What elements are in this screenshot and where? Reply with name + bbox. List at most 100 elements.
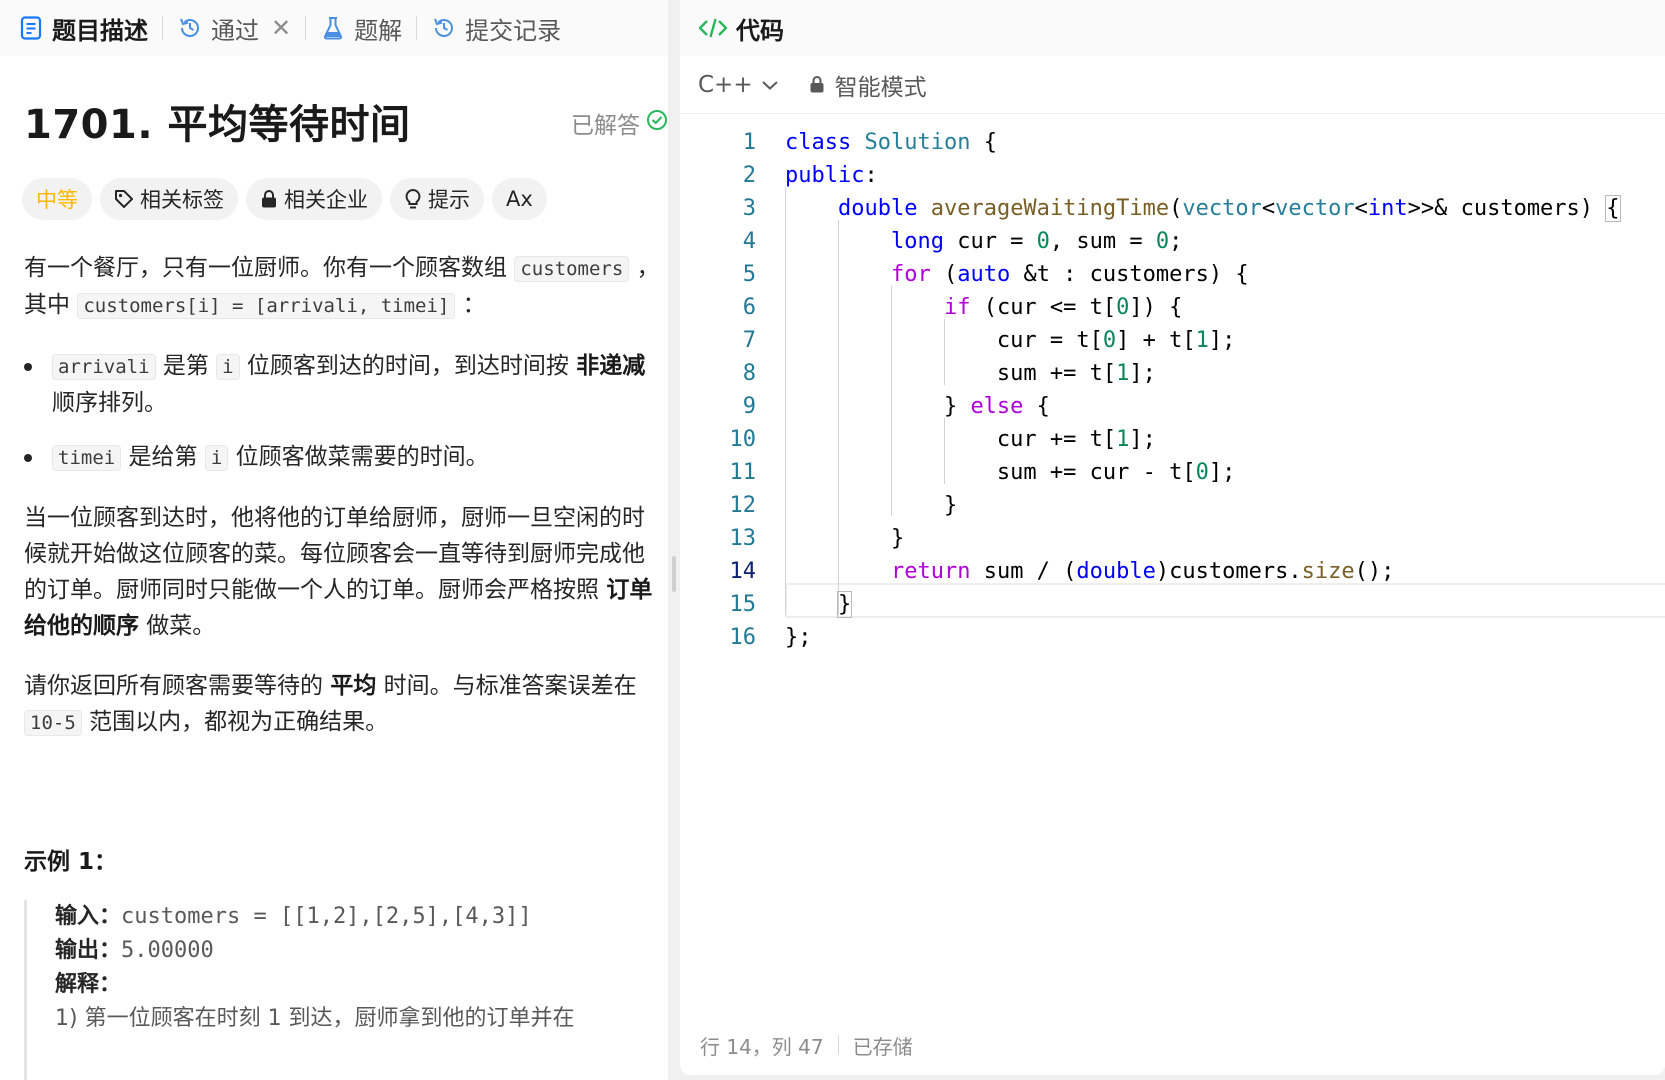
tab-divider xyxy=(162,16,163,40)
editor-status-bar: 行 14，列 47 已存储 xyxy=(680,1015,1665,1075)
inline-code: i xyxy=(204,445,229,471)
desc-text: 有一个餐厅，只有一位厨师。你有一个顾客数组 xyxy=(24,255,515,281)
code-text: } xyxy=(785,526,905,551)
line-number: 11 xyxy=(729,460,757,485)
code-line[interactable]: 16}; xyxy=(680,620,1665,655)
inline-code: customers xyxy=(514,256,630,282)
code-line[interactable]: 4 long cur = 0, sum = 0; xyxy=(680,224,1665,259)
document-icon xyxy=(18,15,44,41)
code-icon xyxy=(698,16,728,40)
example-input-value: customers = [[1,2],[2,5],[4,3]] xyxy=(121,904,532,929)
inline-code: timei xyxy=(52,445,122,471)
history-icon xyxy=(177,15,203,41)
line-number: 13 xyxy=(729,526,757,551)
line-number: 16 xyxy=(729,625,757,650)
code-line[interactable]: 3 double averageWaitingTime(vector<vecto… xyxy=(680,191,1665,226)
description-paragraph: 当一位顾客到达时，他将他的订单给厨师，厨师一旦空闲的时候就开始做这位顾客的菜。每… xyxy=(24,500,664,644)
flask-icon xyxy=(320,15,346,41)
translate-chip[interactable]: Ax xyxy=(492,178,547,220)
solved-label: 已解答 xyxy=(571,113,640,139)
title-row: 1701. 平均等待时间 已解答 xyxy=(24,92,668,152)
list-item: arrivali 是第 i 位顾客到达的时间，到达时间按 非递减 顺序排列。 xyxy=(24,348,664,421)
tag-icon xyxy=(114,189,134,209)
code-line[interactable]: 2 public: xyxy=(680,158,1665,193)
desc-text: 是第 xyxy=(155,353,217,379)
difficulty-badge: 中等 xyxy=(22,178,92,220)
line-number: 1 xyxy=(742,130,756,155)
tab-description[interactable]: 题目描述 xyxy=(18,0,148,56)
tags-chip[interactable]: 相关标签 xyxy=(100,178,238,220)
example-input: 输入：customers = [[1,2],[2,5],[4,3]] xyxy=(55,900,664,934)
smart-mode-toggle[interactable]: 智能模式 xyxy=(809,68,927,102)
code-panel-title: 代码 xyxy=(736,16,784,45)
line-number: 9 xyxy=(742,394,756,419)
companies-label: 相关企业 xyxy=(284,188,368,212)
problem-panel: 题目描述 通过 ✕ 题解 提交记录 1701. 平均等待时间 已解答 中等 相关… xyxy=(0,0,668,1080)
code-line[interactable]: 11 sum += cur - t[0]; xyxy=(680,455,1665,490)
code-text: cur += t[1]; xyxy=(785,427,1156,452)
cursor-position: 行 14，列 47 xyxy=(700,1034,824,1059)
line-number: 6 xyxy=(742,295,756,320)
line-number: 2 xyxy=(742,163,756,188)
example-explain-text: 1) 第一位顾客在时刻 1 到达，厨师拿到他的订单并在 xyxy=(55,1006,575,1031)
companies-chip[interactable]: 相关企业 xyxy=(246,178,382,220)
code-text: public: xyxy=(785,163,878,188)
code-line[interactable]: 10 cur += t[1]; xyxy=(680,422,1665,457)
code-text: return sum / (double)customers.size(); xyxy=(890,559,1395,584)
code-line[interactable]: 12 } xyxy=(680,488,1665,523)
tab-accepted[interactable]: 通过 ✕ xyxy=(177,0,291,56)
desc-text: 时间。与标准答案误差在 xyxy=(376,673,637,699)
line-number: 15 xyxy=(729,592,757,617)
desc-text: 位顾客做菜需要的时间。 xyxy=(228,444,489,470)
example-output-label: 输出： xyxy=(55,938,122,963)
panel-splitter[interactable] xyxy=(668,0,680,1080)
code-line[interactable]: 6 if (cur <= t[0]) { xyxy=(680,290,1665,325)
line-number: 12 xyxy=(729,493,757,518)
inline-code: 10-5 xyxy=(24,710,82,736)
code-text: double averageWaitingTime(vector<vector<… xyxy=(837,195,1621,222)
tab-submissions[interactable]: 提交记录 xyxy=(431,0,561,56)
tab-solutions[interactable]: 题解 xyxy=(320,0,402,56)
close-icon[interactable]: ✕ xyxy=(271,14,291,42)
code-text: if (cur <= t[0]) { xyxy=(943,295,1183,320)
example-output: 输出：5.00000 xyxy=(55,934,664,968)
code-line[interactable]: 14 return sum / (double)customers.size()… xyxy=(680,554,1665,589)
code-line[interactable]: 7 cur = t[0] + t[1]; xyxy=(680,323,1665,358)
line-number: 3 xyxy=(742,196,756,221)
inline-code: arrivali xyxy=(52,354,156,380)
code-text: class Solution { xyxy=(785,130,997,155)
example-title: 示例 1： xyxy=(24,849,118,875)
line-number: 14 xyxy=(729,559,757,584)
inline-code: i xyxy=(216,354,240,380)
description-paragraph: 有一个餐厅，只有一位厨师。你有一个顾客数组 customers ，其中 cust… xyxy=(24,250,664,324)
desc-text: 是给第 xyxy=(121,444,205,470)
code-editor[interactable]: 1 class Solution { 2 public: 3 double averag… xyxy=(680,125,1665,1005)
hint-label: 提示 xyxy=(428,188,470,212)
editor-toolbar: C++ 智能模式 xyxy=(680,56,1665,114)
splitter-handle[interactable] xyxy=(672,556,676,592)
tags-label: 相关标签 xyxy=(140,188,224,212)
code-line[interactable]: 9 } else { xyxy=(680,389,1665,424)
code-line[interactable]: 8 sum += t[1]; xyxy=(680,356,1665,391)
code-panel-header: 代码 xyxy=(680,0,1665,56)
code-line[interactable]: 15 } xyxy=(680,587,1665,622)
line-number: 8 xyxy=(742,361,756,386)
problem-description: 有一个餐厅，只有一位厨师。你有一个顾客数组 customers ，其中 cust… xyxy=(24,250,664,765)
desc-strong: 平均 xyxy=(330,673,377,699)
lock-icon xyxy=(809,75,825,94)
code-line[interactable]: 13 } xyxy=(680,521,1665,556)
desc-text: ： xyxy=(455,292,486,318)
check-circle-icon xyxy=(646,109,668,137)
example-explain: 解释： xyxy=(55,968,664,1002)
hint-chip[interactable]: 提示 xyxy=(390,178,484,220)
desc-text: 做菜。 xyxy=(139,613,216,639)
language-select[interactable]: C++ xyxy=(698,72,779,98)
smart-mode-label: 智能模式 xyxy=(834,74,927,101)
example-input-label: 输入： xyxy=(55,904,122,929)
code-line[interactable]: 5 for (auto &t : customers) { xyxy=(680,257,1665,292)
list-item: timei 是给第 i 位顾客做菜需要的时间。 xyxy=(24,439,664,476)
tab-accepted-label: 通过 xyxy=(211,16,259,45)
status-divider xyxy=(837,1035,839,1055)
code-line[interactable]: 1 class Solution { xyxy=(680,125,1665,160)
desc-text: 顺序排列。 xyxy=(52,390,167,416)
